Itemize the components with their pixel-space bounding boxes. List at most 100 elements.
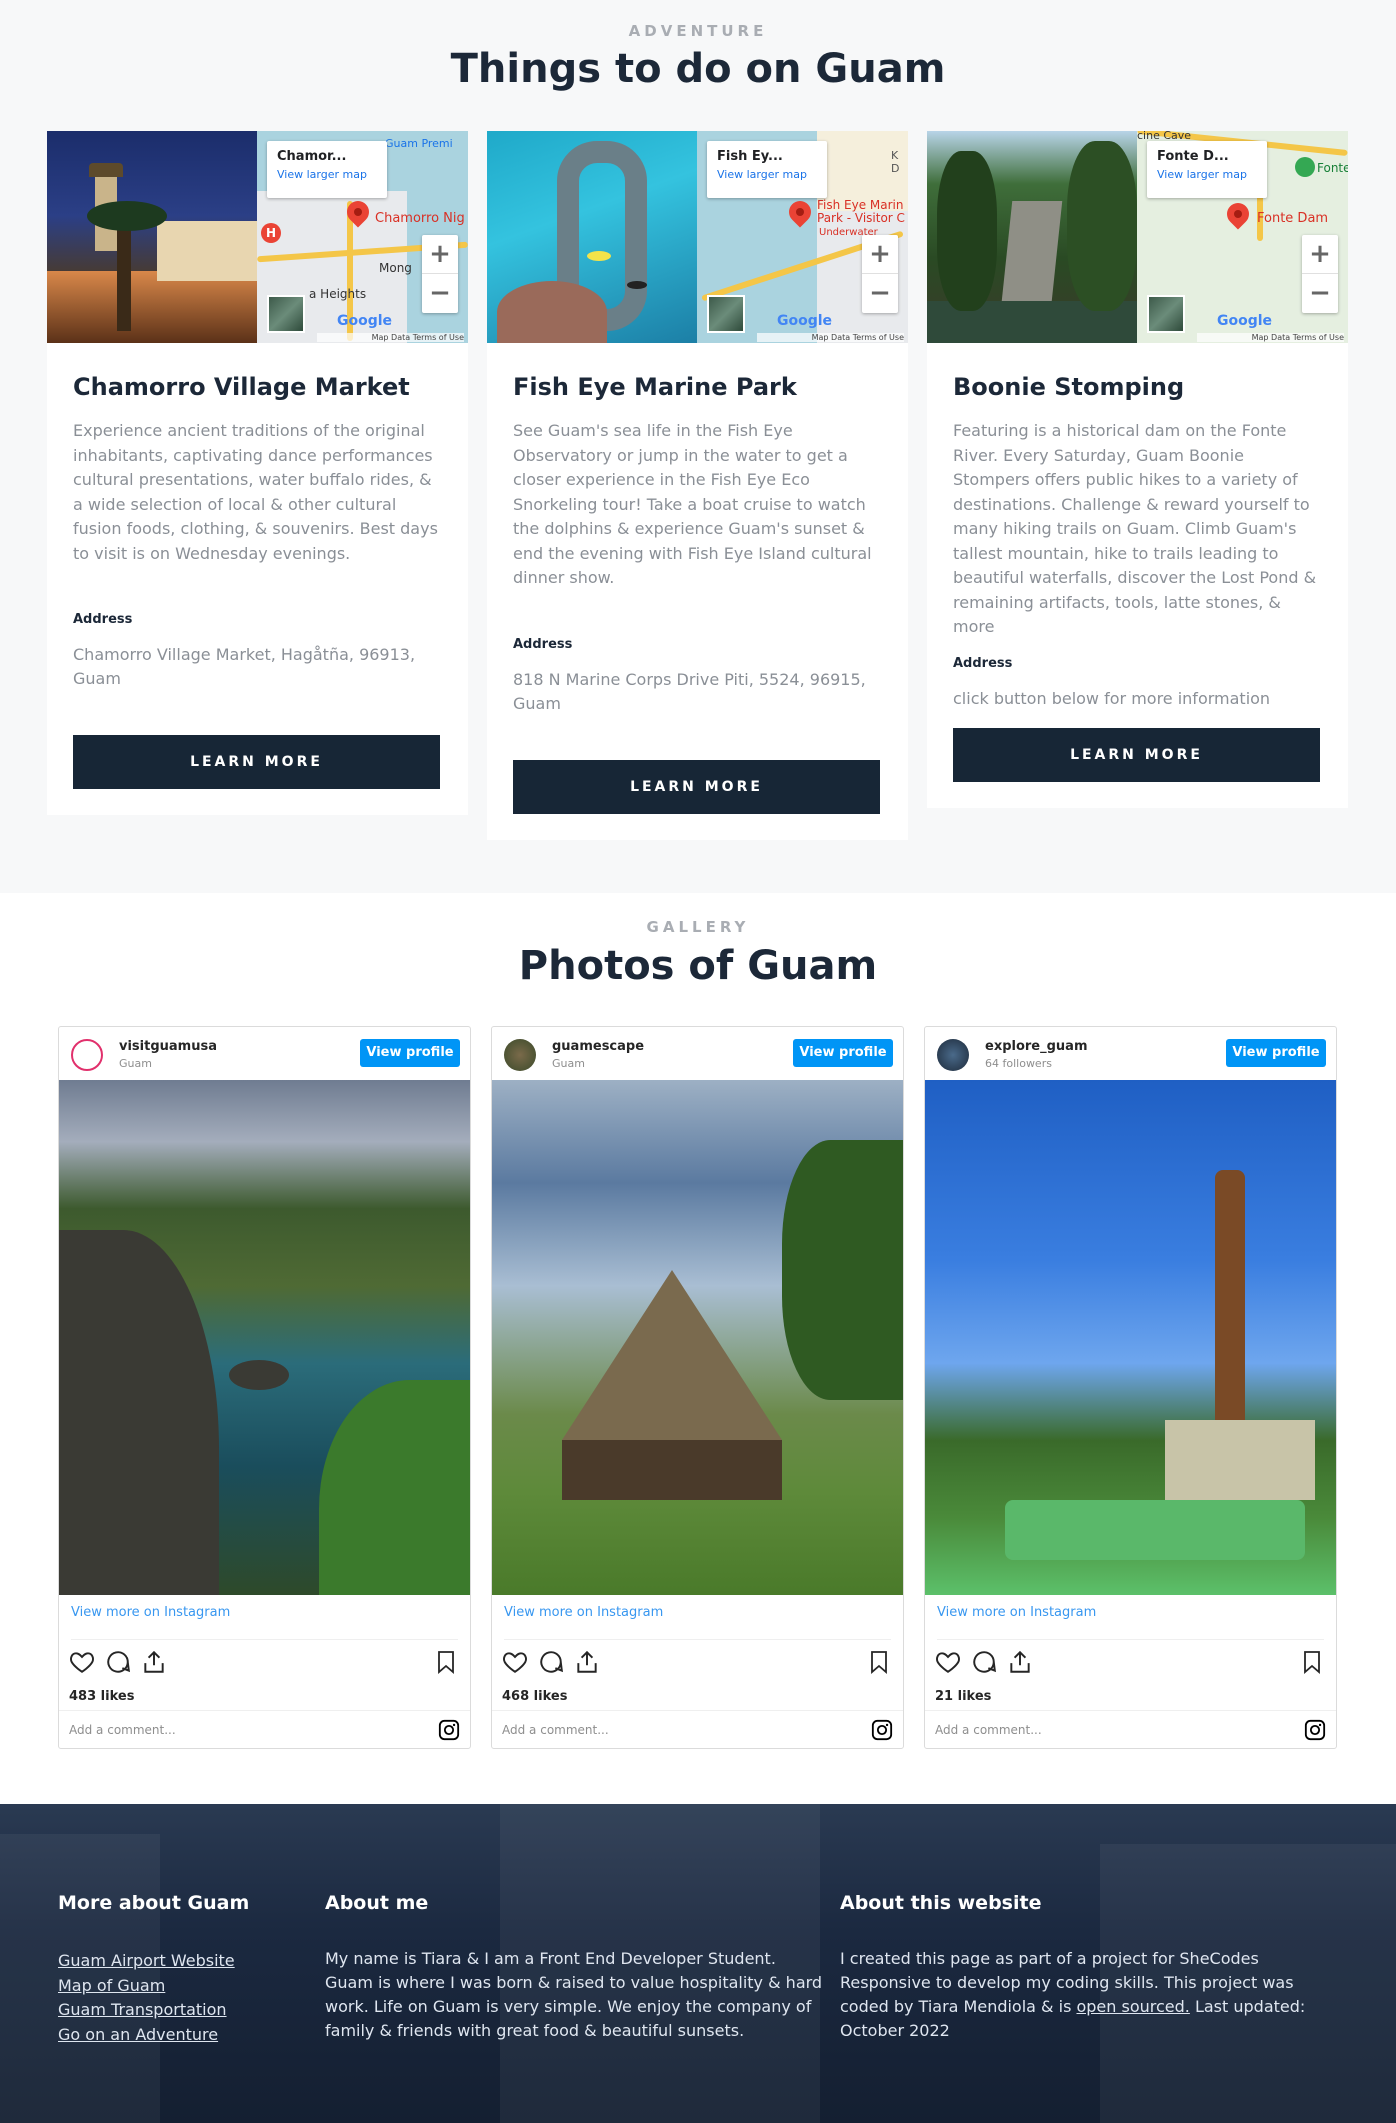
card-body: Chamorro Village Market Experience ancie… <box>47 343 468 815</box>
address-label: Address <box>513 636 573 652</box>
instagram-post: guamescape Guam View profile View more o… <box>491 1026 904 1749</box>
instagram-icon[interactable] <box>871 1719 893 1741</box>
satellite-toggle[interactable] <box>1147 295 1185 333</box>
zoom-out-button[interactable]: − <box>422 274 458 313</box>
post-actions <box>502 1649 893 1679</box>
view-profile-button[interactable]: View profile <box>793 1039 893 1067</box>
comment-input[interactable]: Add a comment... <box>502 1723 609 1737</box>
card-title: Chamorro Village Market <box>73 373 410 401</box>
map-info-box: Fish Ey... View larger map <box>707 141 827 198</box>
map-info-box: Fonte D... View larger map <box>1147 141 1267 198</box>
satellite-toggle[interactable] <box>267 295 305 333</box>
instagram-icon[interactable] <box>438 1719 460 1741</box>
card-media: Fonte Dam cine Cave Fonte Fonte D... Vie… <box>927 131 1348 343</box>
zoom-in-button[interactable]: + <box>862 235 898 274</box>
comment-input[interactable]: Add a comment... <box>69 1723 176 1737</box>
card-description: Experience ancient traditions of the ori… <box>73 421 438 563</box>
card-body: Boonie Stomping Featuring is a historica… <box>927 343 1348 808</box>
comment-icon[interactable] <box>971 1649 997 1675</box>
post-image[interactable] <box>59 1080 470 1595</box>
bookmark-icon[interactable] <box>867 1649 891 1675</box>
username[interactable]: explore_guam <box>985 1039 1088 1054</box>
footer-link[interactable]: Go on an Adventure <box>58 2023 235 2048</box>
embedded-map[interactable]: Fonte Dam cine Cave Fonte Fonte D... Vie… <box>1137 131 1348 343</box>
view-more-link[interactable]: View more on Instagram <box>71 1605 230 1620</box>
map-zoom-controls: + − <box>1302 235 1338 313</box>
view-profile-button[interactable]: View profile <box>1226 1039 1326 1067</box>
view-larger-map-link[interactable]: View larger map <box>717 168 817 181</box>
post-header: guamescape Guam View profile <box>492 1027 903 1080</box>
zoom-in-button[interactable]: + <box>422 235 458 274</box>
learn-more-button[interactable]: LEARN MORE <box>73 735 440 789</box>
card-photo <box>927 131 1137 343</box>
heart-icon[interactable] <box>69 1649 95 1675</box>
footer-col-title: About me <box>325 1892 429 1914</box>
view-larger-map-link[interactable]: View larger map <box>1157 168 1257 181</box>
address-value: click button below for more information <box>953 688 1271 708</box>
embedded-map[interactable]: H Chamorro Nig Guam Premi Mong a Heights… <box>257 131 468 343</box>
comment-bar: Add a comment... <box>925 1710 1336 1748</box>
comment-icon[interactable] <box>538 1649 564 1675</box>
card-media: H Chamorro Nig Guam Premi Mong a Heights… <box>47 131 468 343</box>
map-place-name: Fonte D... <box>1157 149 1229 164</box>
likes-count: 468 likes <box>502 1689 568 1704</box>
map-zoom-controls: + − <box>862 235 898 313</box>
map-place: Fonte <box>1317 161 1348 175</box>
share-icon[interactable] <box>574 1649 600 1675</box>
avatar[interactable] <box>71 1039 103 1071</box>
section-eyebrow: ADVENTURE <box>628 22 768 40</box>
view-more-link[interactable]: View more on Instagram <box>937 1605 1096 1620</box>
activity-card: H Chamorro Nig Guam Premi Mong a Heights… <box>47 131 468 815</box>
bookmark-icon[interactable] <box>434 1649 458 1675</box>
site-footer: More about Guam Guam Airport Website Map… <box>0 1804 1396 2123</box>
satellite-toggle[interactable] <box>707 295 745 333</box>
zoom-out-button[interactable]: − <box>862 274 898 313</box>
post-actions <box>935 1649 1326 1679</box>
map-info-box: Chamor... View larger map <box>267 141 387 198</box>
view-larger-map-link[interactable]: View larger map <box>277 168 377 181</box>
post-image[interactable] <box>492 1080 903 1595</box>
divider <box>937 1639 1324 1640</box>
section-title: Photos of Guam <box>518 943 878 989</box>
learn-more-button[interactable]: LEARN MORE <box>953 727 1320 782</box>
comment-input[interactable]: Add a comment... <box>935 1723 1042 1737</box>
card-description: Featuring is a historical dam on the Fon… <box>953 421 1317 636</box>
username[interactable]: guamescape <box>552 1039 644 1054</box>
view-more-link[interactable]: View more on Instagram <box>504 1605 663 1620</box>
card-title: Fish Eye Marine Park <box>513 373 797 401</box>
instagram-icon[interactable] <box>1304 1719 1326 1741</box>
avatar[interactable] <box>937 1039 969 1071</box>
adventure-section: ADVENTURE Things to do on Guam H Chamorr… <box>0 0 1396 893</box>
map-place: a Heights <box>309 287 367 301</box>
about-website-text: I created this page as part of a project… <box>840 1947 1320 2043</box>
section-eyebrow: GALLERY <box>646 918 750 936</box>
footer-link[interactable]: Map of Guam <box>58 1974 235 1999</box>
username[interactable]: visitguamusa <box>119 1039 217 1054</box>
comment-icon[interactable] <box>105 1649 131 1675</box>
zoom-out-button[interactable]: − <box>1302 274 1338 313</box>
view-profile-button[interactable]: View profile <box>360 1039 460 1067</box>
map-pin-label: Fonte Dam <box>1257 211 1329 226</box>
footer-link[interactable]: Guam Airport Website <box>58 1949 235 1974</box>
post-image[interactable] <box>925 1080 1336 1595</box>
heart-icon[interactable] <box>502 1649 528 1675</box>
card-media: Fish Eye Marin Park - Visitor C K D Unde… <box>487 131 908 343</box>
learn-more-button[interactable]: LEARN MORE <box>513 759 880 814</box>
zoom-in-button[interactable]: + <box>1302 235 1338 274</box>
footer-link[interactable]: Guam Transportation <box>58 1998 235 2023</box>
embedded-map[interactable]: Fish Eye Marin Park - Visitor C K D Unde… <box>697 131 908 343</box>
map-pin-label: Fish Eye Marin Park - Visitor C <box>817 198 905 225</box>
share-icon[interactable] <box>141 1649 167 1675</box>
open-sourced-link[interactable]: open sourced. <box>1076 1997 1189 2016</box>
map-place: Mong <box>379 261 412 275</box>
share-icon[interactable] <box>1007 1649 1033 1675</box>
heart-icon[interactable] <box>935 1649 961 1675</box>
avatar[interactable] <box>504 1039 536 1071</box>
google-logo: Google <box>337 313 393 329</box>
likes-count: 483 likes <box>69 1689 135 1704</box>
bookmark-icon[interactable] <box>1300 1649 1324 1675</box>
footer-col-title: About this website <box>840 1892 1042 1914</box>
footer-links: Guam Airport Website Map of Guam Guam Tr… <box>58 1949 235 2047</box>
comment-bar: Add a comment... <box>492 1710 903 1748</box>
card-description: See Guam's sea life in the Fish Eye Obse… <box>513 421 872 587</box>
